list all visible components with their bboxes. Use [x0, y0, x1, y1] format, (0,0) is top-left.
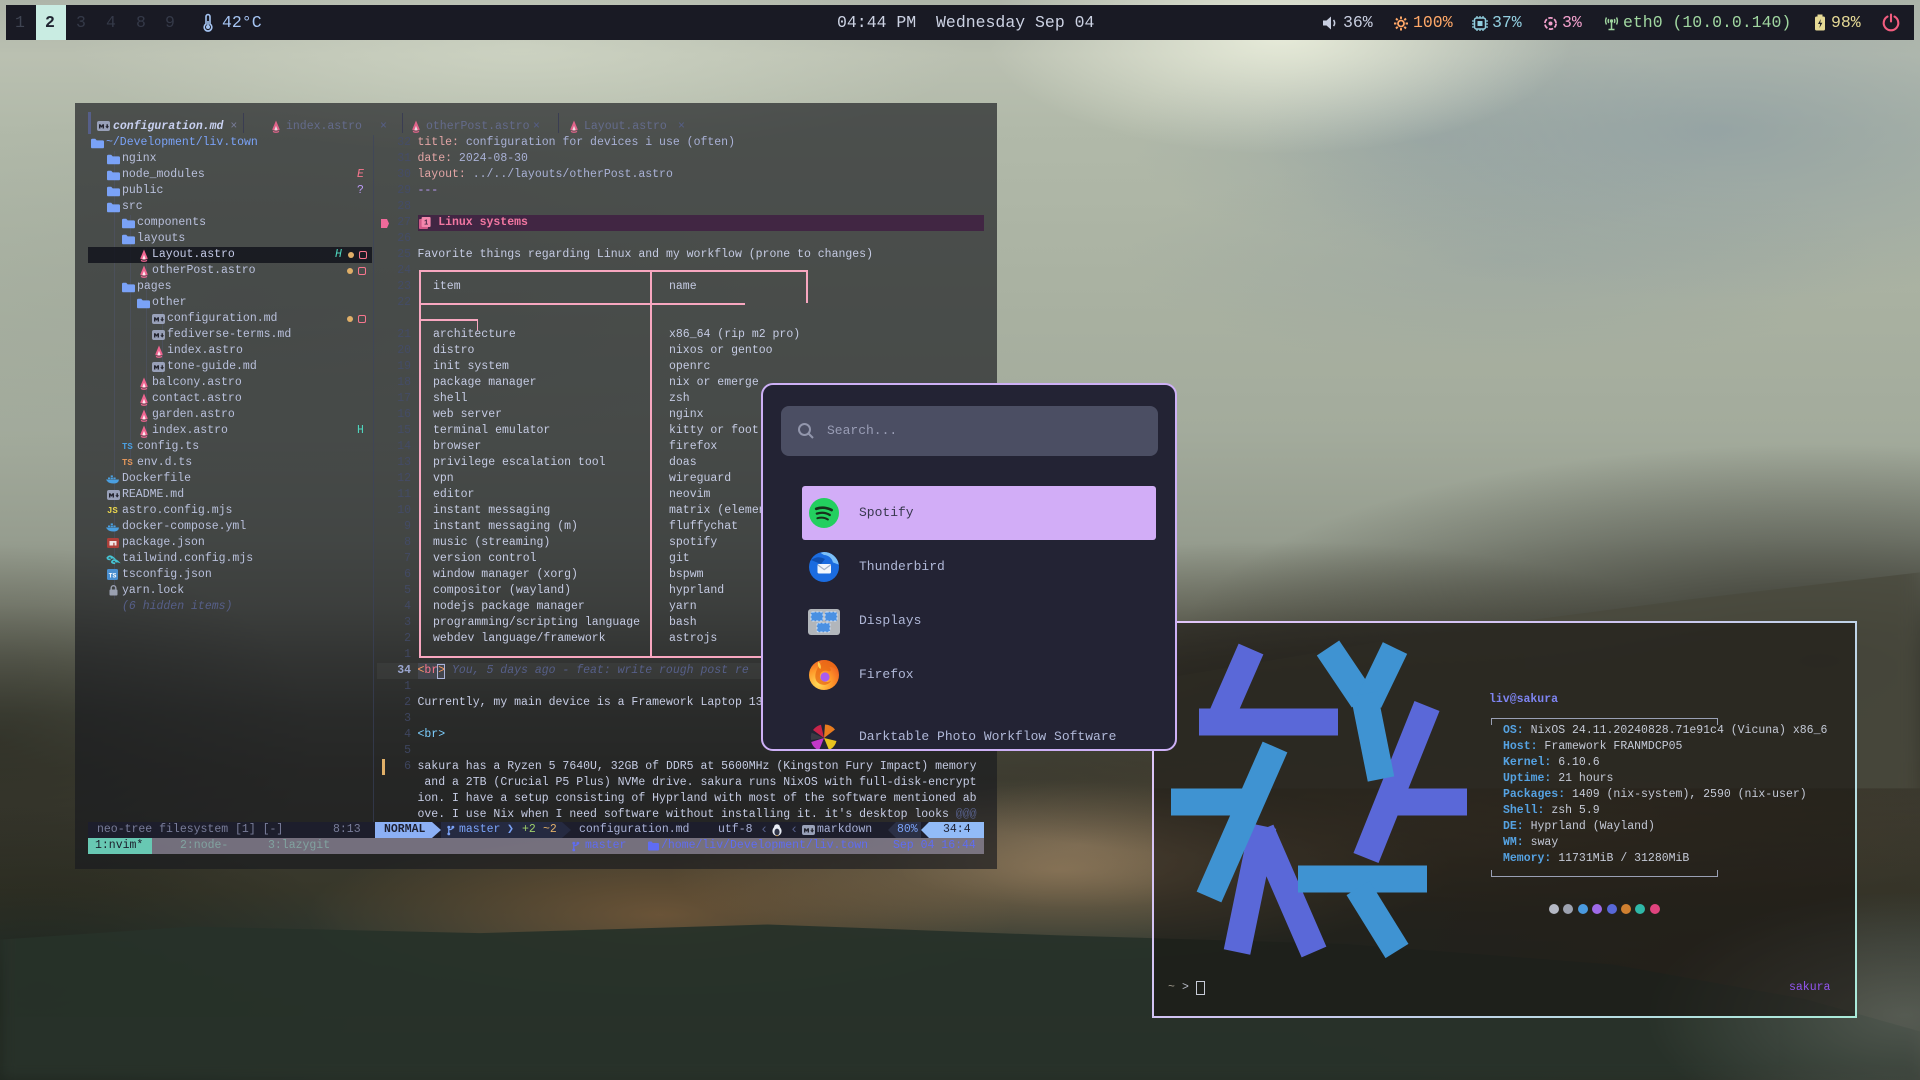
svg-text:TS: TS — [109, 572, 117, 579]
svg-text:1: 1 — [423, 220, 427, 228]
